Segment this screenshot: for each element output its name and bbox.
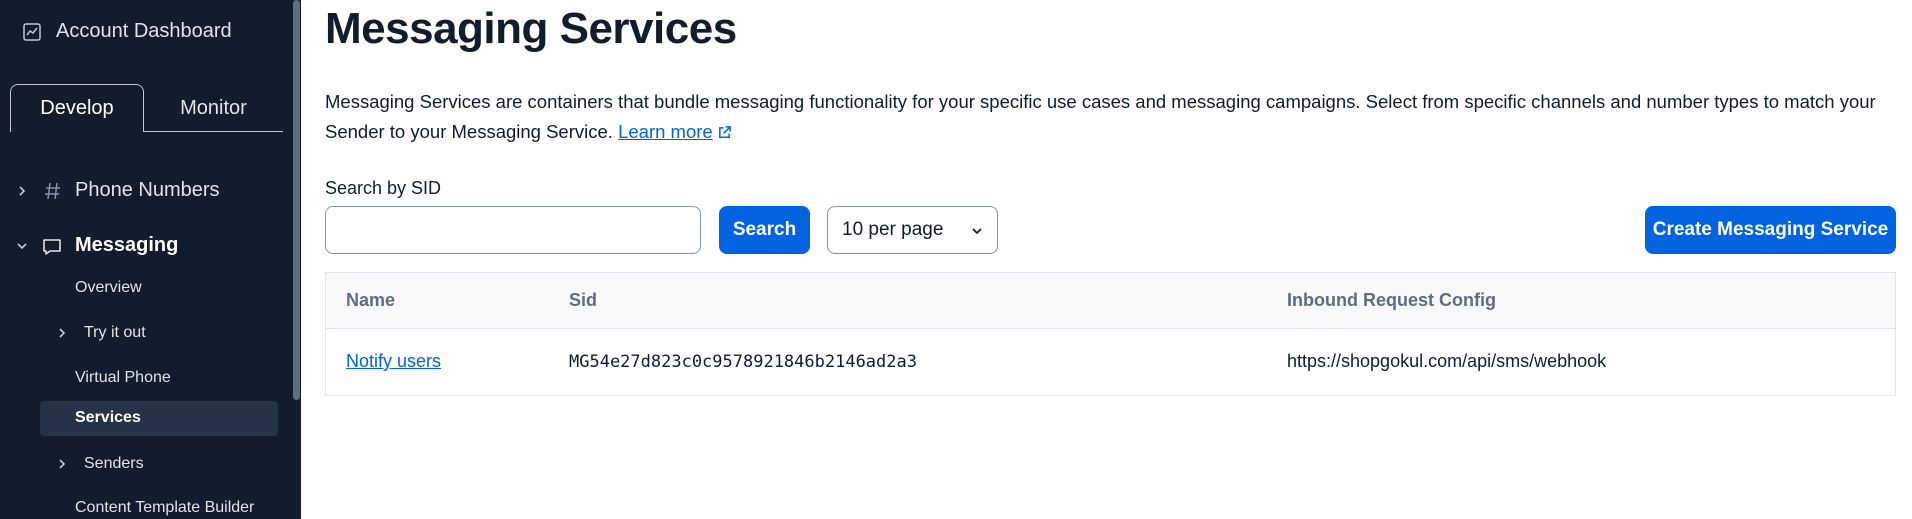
sidebar: Account Dashboard Develop Monitor Phone … xyxy=(0,0,301,519)
account-dashboard-label: Account Dashboard xyxy=(56,20,232,42)
tab-develop[interactable]: Develop xyxy=(10,84,144,132)
sidebar-subitem-virtual-phone[interactable]: Virtual Phone xyxy=(75,369,171,387)
search-button[interactable]: Search xyxy=(719,206,810,254)
learn-more-label: Learn more xyxy=(618,121,713,142)
sidebar-subitem-try-it-out[interactable]: Try it out xyxy=(56,324,276,342)
per-page-value: 10 per page xyxy=(842,219,944,240)
page-description: Messaging Services are containers that b… xyxy=(325,87,1885,147)
sidebar-item-label: Messaging xyxy=(75,234,179,256)
sidebar-subitem-label: Content Template Builder xyxy=(75,499,255,516)
sidebar-subitem-senders[interactable]: Senders xyxy=(56,455,276,473)
table-row: Notify users MG54e27d823c0c9578921846b21… xyxy=(326,329,1895,395)
chat-bubble-icon xyxy=(43,239,61,255)
sidebar-subitem-content-template-builder[interactable]: Content Template Builder xyxy=(75,499,254,517)
search-sid-input[interactable] xyxy=(325,206,701,254)
search-label: Search by SID xyxy=(325,178,442,198)
inbound-request-url: https://shopgokul.com/api/sms/webhook xyxy=(1287,351,1607,371)
hash-icon xyxy=(45,182,60,200)
sidebar-item-phone-numbers[interactable]: Phone Numbers xyxy=(0,176,290,206)
service-name-link[interactable]: Notify users xyxy=(346,351,441,372)
sidebar-item-label: Phone Numbers xyxy=(75,179,220,201)
chart-icon xyxy=(23,22,41,41)
sidebar-subitem-label: Senders xyxy=(84,455,144,472)
chevron-down-icon xyxy=(17,243,27,250)
sidebar-item-messaging[interactable]: Messaging xyxy=(0,231,290,261)
tab-monitor-label: Monitor xyxy=(180,96,247,119)
external-link-icon[interactable] xyxy=(717,125,732,140)
service-sid: MG54e27d823c0c9578921846b2146ad2a3 xyxy=(569,352,917,372)
sidebar-subitem-label: Overview xyxy=(75,279,142,296)
page-title: Messaging Services xyxy=(325,4,737,53)
tab-underline xyxy=(144,131,283,132)
sidebar-scrollbar[interactable] xyxy=(293,0,300,400)
sidebar-tabs: Develop Monitor xyxy=(10,84,283,132)
column-header-name: Name xyxy=(346,290,396,310)
column-header-sid: Sid xyxy=(569,290,598,310)
create-messaging-service-button[interactable]: Create Messaging Service xyxy=(1645,206,1896,254)
tab-monitor[interactable]: Monitor xyxy=(144,84,283,132)
table-header: Name Sid Inbound Request Config xyxy=(326,273,1895,329)
chevron-right-icon xyxy=(59,328,66,338)
account-dashboard-link[interactable]: Account Dashboard xyxy=(22,20,232,43)
sidebar-subitem-label: Try it out xyxy=(84,324,146,341)
services-table: Name Sid Inbound Request Config Notify u… xyxy=(325,272,1896,396)
chevron-down-icon xyxy=(972,228,982,235)
sidebar-subitem-label: Virtual Phone xyxy=(75,369,171,386)
chevron-right-icon xyxy=(19,186,26,196)
sidebar-subitem-overview[interactable]: Overview xyxy=(75,279,142,297)
column-header-inbound-request-config: Inbound Request Config xyxy=(1287,290,1496,310)
learn-more-link[interactable]: Learn more xyxy=(618,121,713,142)
sidebar-subitem-label: Services xyxy=(75,409,141,426)
chevron-right-icon xyxy=(59,459,66,469)
tab-develop-label: Develop xyxy=(40,97,114,119)
description-text: Messaging Services are containers that b… xyxy=(325,91,1876,142)
sidebar-subitem-services[interactable]: Services xyxy=(75,409,141,427)
per-page-select[interactable]: 10 per page xyxy=(827,206,998,254)
